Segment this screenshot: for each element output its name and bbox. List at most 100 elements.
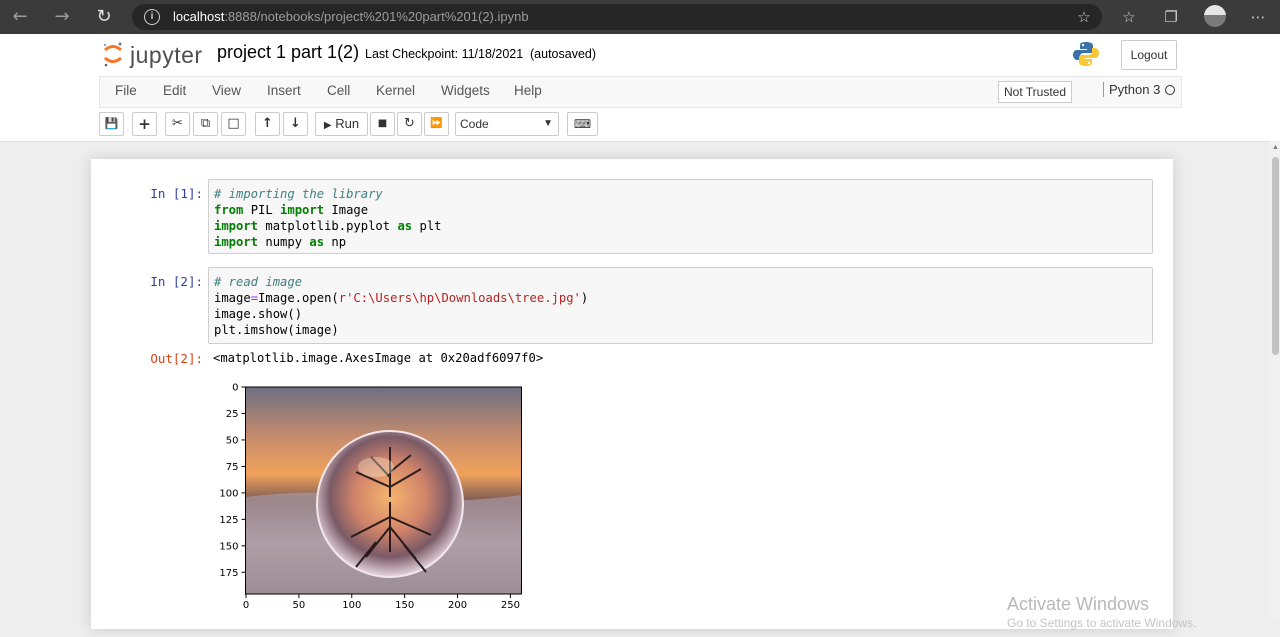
trust-status-button[interactable]: Not Trusted <box>998 81 1073 103</box>
more-menu-icon[interactable]: ⋯ <box>1248 7 1268 27</box>
code-token: np <box>324 235 347 249</box>
cell-1-prompt: In [1]: <box>150 186 203 201</box>
code-token: ) <box>580 291 589 305</box>
code-token: plt <box>412 219 442 233</box>
back-arrow-icon[interactable]: ← <box>8 5 32 29</box>
profile-avatar[interactable] <box>1204 5 1226 27</box>
scroll-up-icon[interactable]: ▲ <box>1272 144 1279 151</box>
x-tick-label: 250 <box>501 600 520 611</box>
y-tick-label: 50 <box>226 435 239 446</box>
code-cell-2[interactable]: # read image image=Image.open(r'C:\Users\… <box>208 267 1153 344</box>
menu-edit[interactable]: Edit <box>163 83 186 98</box>
restart-icon[interactable]: ↻ <box>397 112 422 136</box>
code-line: # read image <box>209 274 1152 290</box>
activate-windows-subtitle: Go to Settings to activate Windows. <box>1007 616 1197 630</box>
activate-windows-watermark: Activate Windows <box>1007 594 1150 614</box>
code-line: plt.imshow(image) <box>209 322 1152 338</box>
menu-file[interactable]: File <box>115 83 137 98</box>
page-scrollbar[interactable]: ▲ <box>1270 141 1280 622</box>
code-token: Image.open( <box>258 291 339 305</box>
code-line: import numpy as np <box>209 234 1152 250</box>
save-icon[interactable]: 💾 <box>99 112 124 136</box>
logout-button[interactable]: Logout <box>1121 40 1177 70</box>
cell-type-value: Code <box>460 117 489 131</box>
x-tick-label: 0 <box>243 600 249 611</box>
notebook-container: In [1]: # importing the library from PIL … <box>91 159 1173 629</box>
refresh-icon[interactable]: ↻ <box>92 5 116 29</box>
y-tick-label: 0 <box>232 383 238 394</box>
favorites-icon[interactable]: ☆ <box>1119 7 1139 27</box>
code-token: import <box>214 219 259 233</box>
jupyter-logo-icon <box>103 42 122 67</box>
menu-insert[interactable]: Insert <box>267 83 301 98</box>
keyboard-icon[interactable]: ⌨ <box>567 112 598 136</box>
paste-icon[interactable]: □ <box>221 112 246 136</box>
code-token: PIL <box>243 203 281 217</box>
menu-cell[interactable]: Cell <box>327 83 350 98</box>
x-tick-label: 50 <box>293 600 306 611</box>
collections-icon[interactable]: ❐ <box>1161 7 1181 27</box>
code-token: # importing the library <box>214 187 383 201</box>
copy-icon[interactable]: ⧉ <box>193 112 218 136</box>
autosave-status: (autosaved) <box>530 47 597 61</box>
menu-bar: File Edit View Insert Cell Kernel Widget… <box>99 76 1182 108</box>
scrollbar-thumb[interactable] <box>1272 157 1279 355</box>
y-axis: 0 25 50 75 100 125 150 175 <box>219 383 246 579</box>
move-up-icon[interactable]: ↑ <box>255 112 280 136</box>
menu-help[interactable]: Help <box>514 83 542 98</box>
code-line: image=Image.open(r'C:\Users\hp\Downloads… <box>209 290 1152 306</box>
insert-cell-icon[interactable]: + <box>132 112 157 136</box>
code-cell-1[interactable]: # importing the library from PIL import I… <box>208 179 1153 254</box>
code-token: image.show() <box>214 307 303 321</box>
code-token: import <box>280 203 325 217</box>
forward-arrow-icon[interactable]: → <box>50 5 74 29</box>
code-token: # read image <box>214 275 303 289</box>
code-token: plt.imshow(image) <box>214 323 339 337</box>
code-token: matplotlib.pyplot <box>258 219 398 233</box>
tree-photo <box>245 386 522 595</box>
output-text: <matplotlib.image.AxesImage at 0x20adf60… <box>213 351 544 365</box>
run-icon: ▶ <box>323 120 332 131</box>
url-text[interactable]: localhost:8888/notebooks/project%201%20p… <box>173 9 529 24</box>
jupyter-header: jupyter project 1 part 1(2) Last Checkpo… <box>0 34 1280 142</box>
y-tick-label: 25 <box>226 409 239 420</box>
menu-view[interactable]: View <box>212 83 241 98</box>
code-line: import matplotlib.pyplot as plt <box>209 218 1152 234</box>
python-logo-icon <box>1073 42 1099 66</box>
code-token: as <box>397 219 413 233</box>
site-info-icon[interactable]: i <box>144 9 160 25</box>
cut-icon[interactable]: ✂ <box>165 112 190 136</box>
code-token: from <box>214 203 244 217</box>
code-token: as <box>309 235 325 249</box>
x-tick-label: 200 <box>448 600 467 611</box>
favorite-star-icon[interactable]: ☆ <box>1074 7 1094 27</box>
code-line: image.show() <box>209 306 1152 322</box>
chevron-down-icon: ▼ <box>543 118 553 129</box>
run-button[interactable]: ▶ Run <box>315 112 368 136</box>
y-tick-label: 75 <box>226 462 239 473</box>
y-tick-label: 175 <box>219 568 238 579</box>
y-tick-label: 150 <box>219 541 238 552</box>
image-plot: 0 25 50 75 100 125 150 175 0 50 100 150 200 250 <box>219 383 522 611</box>
code-token: r'C:\Users\hp\Downloads\tree.jpg' <box>338 291 581 305</box>
menu-widgets[interactable]: Widgets <box>441 83 490 98</box>
x-axis: 0 50 100 150 200 250 <box>243 594 520 611</box>
menu-kernel[interactable]: Kernel <box>376 83 415 98</box>
move-down-icon[interactable]: ↓ <box>283 112 308 136</box>
notebook-title[interactable]: project 1 part 1(2) <box>217 42 359 63</box>
restart-run-all-icon[interactable]: ⏩ <box>424 112 449 136</box>
checkpoint-status: Last Checkpoint: 11/18/2021 <box>365 47 524 61</box>
output-prompt: Out[2]: <box>150 351 203 366</box>
code-token: image <box>214 291 251 305</box>
run-label: Run <box>335 116 360 131</box>
cell-2-prompt: In [2]: <box>150 274 203 289</box>
url-path: :8888/notebooks/project%201%20part%201(2… <box>224 9 529 24</box>
address-bar[interactable]: i localhost:8888/notebooks/project%201%2… <box>132 4 1102 30</box>
x-tick-label: 100 <box>342 600 361 611</box>
y-tick-label: 125 <box>219 515 238 526</box>
interrupt-icon[interactable]: ■ <box>370 112 395 136</box>
code-token: numpy <box>258 235 310 249</box>
code-token: = <box>250 291 259 305</box>
code-line: from PIL import Image <box>209 202 1152 218</box>
cell-type-select[interactable]: Code ▼ <box>455 112 559 136</box>
